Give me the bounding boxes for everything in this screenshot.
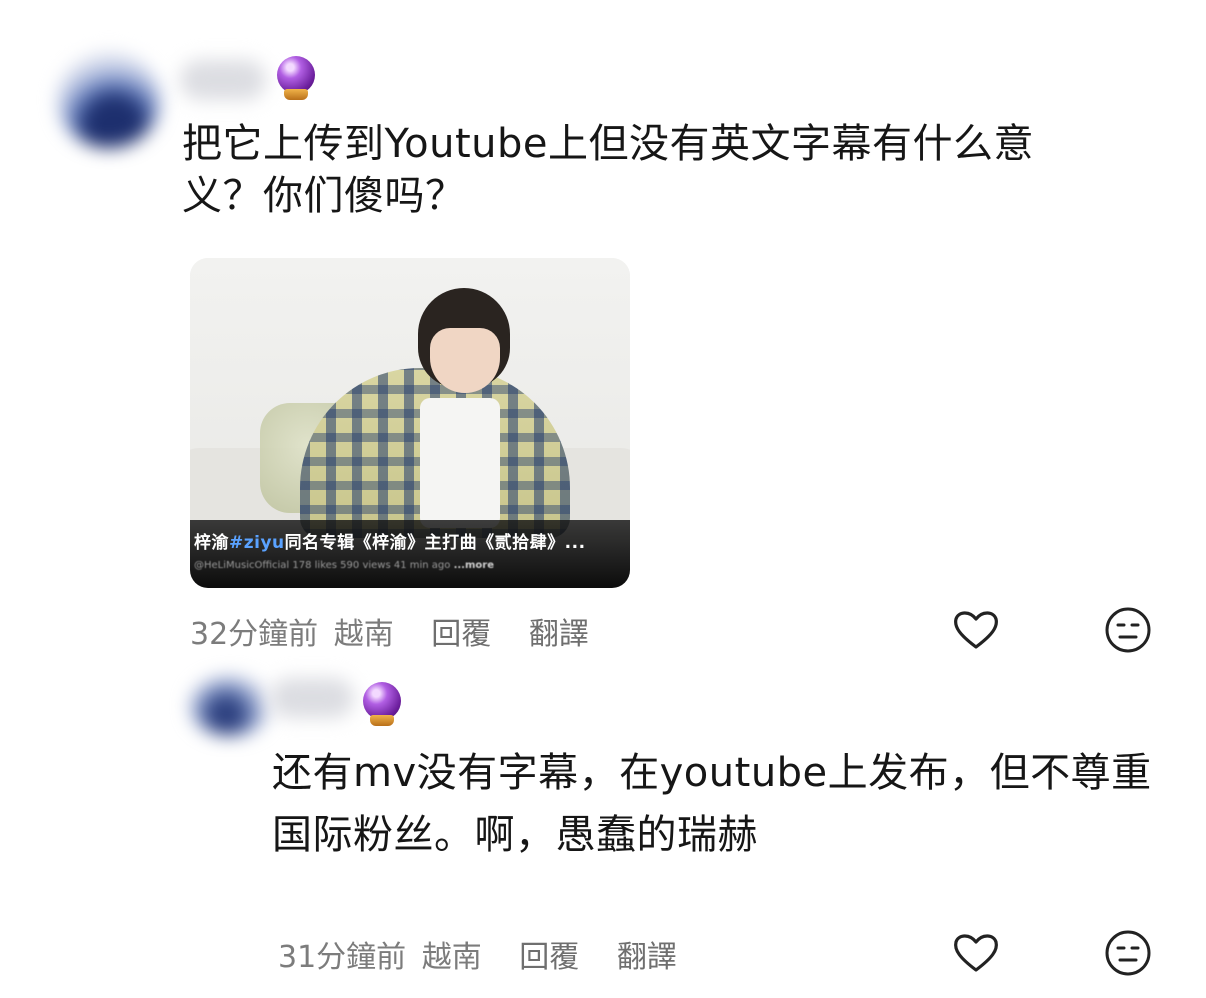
more-link[interactable]: ...more [454,560,494,571]
reply-button[interactable]: 回覆 [519,932,579,976]
translate-button[interactable]: 翻譯 [617,932,677,976]
video-meta: @HeLiMusicOfficial 178 likes 590 views 4… [194,560,494,571]
comment-actions: 31分鐘前 越南 回覆 翻譯 [278,932,677,976]
avatar[interactable] [58,52,160,148]
video-thumbnail[interactable]: 梓渝#ziyu同名专辑《梓渝》主打曲《贰拾肆》... @HeLiMusicOff… [190,258,630,588]
reply-button[interactable]: 回覆 [431,609,491,653]
comment-time: 32分鐘前 [190,617,319,652]
avatar[interactable] [190,676,270,736]
video-hashtag: #ziyu [229,533,285,553]
react-emoji-icon[interactable] [1102,927,1154,979]
comment-location: 越南 [421,940,482,975]
comment-text: 把它上传到Youtube上但没有英文字幕有什么意义？你们傻吗？ [182,121,1034,219]
comment-time: 31分鐘前 [278,940,407,975]
comment-actions: 32分鐘前 越南 回覆 翻譯 [190,609,589,653]
crystal-ball-icon [276,56,316,102]
video-title: 梓渝#ziyu同名专辑《梓渝》主打曲《贰拾肆》... [194,533,586,553]
username[interactable] [180,60,266,100]
crystal-ball-icon [362,682,402,728]
like-heart-icon[interactable] [950,927,1002,979]
comment-location: 越南 [333,617,394,652]
comment-text: 还有mv没有字幕，在youtube上发布，但不尊重国际粉丝。啊，愚蠢的瑞赫 [272,750,1152,858]
username[interactable] [270,678,354,718]
react-emoji-icon[interactable] [1102,604,1154,656]
translate-button[interactable]: 翻譯 [529,609,589,653]
like-heart-icon[interactable] [950,604,1002,656]
